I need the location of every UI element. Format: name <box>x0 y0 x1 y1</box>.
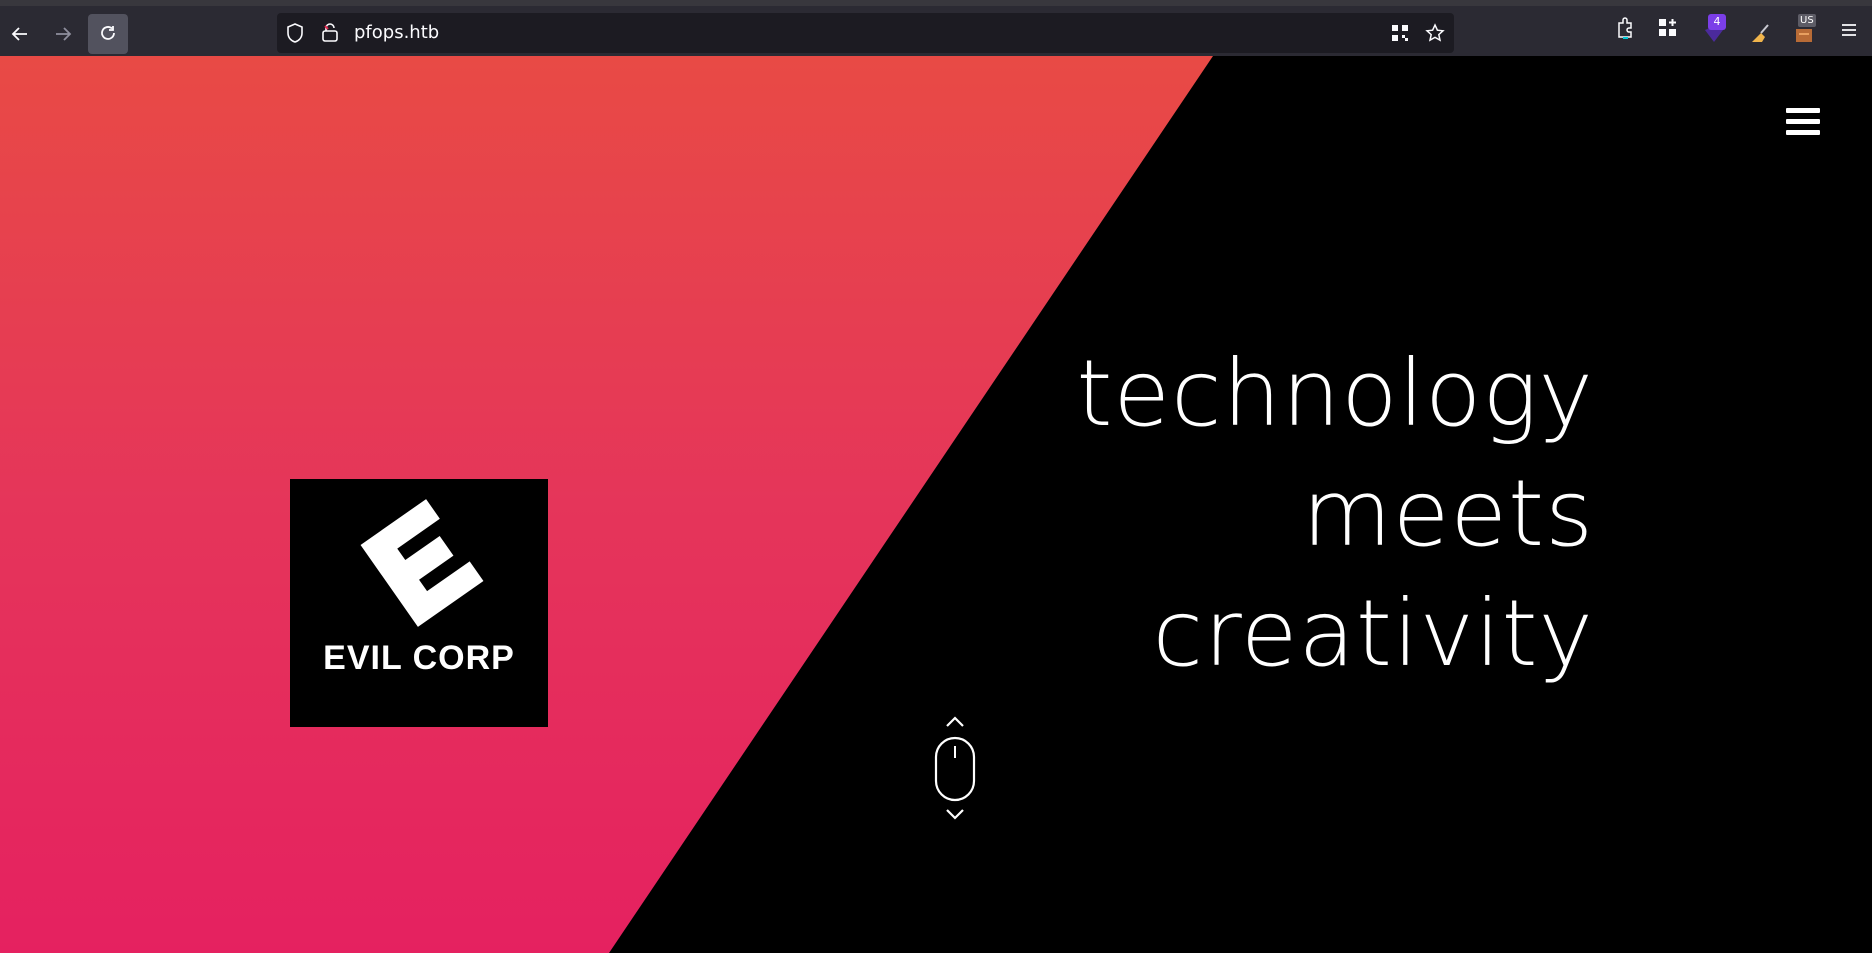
hero-headline: technology meets creativity <box>894 334 1594 694</box>
page-content: EVIL CORP technology meets creativity <box>0 56 1872 953</box>
url-text[interactable]: pfops.htb <box>354 13 439 53</box>
hero-line-3: creativity <box>1152 580 1594 687</box>
forward-button[interactable] <box>43 14 83 54</box>
broom-icon[interactable] <box>1747 20 1773 46</box>
hero-line-2: meets <box>1302 460 1594 567</box>
mouse-scroll-icon <box>934 716 976 820</box>
reload-button[interactable] <box>88 14 128 54</box>
lock-warning-icon[interactable] <box>320 23 340 43</box>
url-bar[interactable]: pfops.htb <box>277 13 1454 53</box>
back-button[interactable] <box>0 14 40 54</box>
hero-line-1: technology <box>1076 340 1594 447</box>
container-icon[interactable] <box>1656 16 1680 40</box>
site-hamburger-icon <box>1786 108 1820 135</box>
scroll-mouse-indicator[interactable] <box>932 710 978 830</box>
shield-icon[interactable] <box>285 23 305 43</box>
browser-toolbar: pfops.htb 4 US <box>0 6 1872 56</box>
reload-icon <box>101 26 115 40</box>
star-icon[interactable] <box>1425 23 1445 43</box>
back-arrow-icon <box>11 27 27 41</box>
extension-badge: 4 <box>1708 14 1726 30</box>
evil-corp-logo: EVIL CORP <box>290 479 548 727</box>
us-extension-label: US <box>1798 14 1816 27</box>
logo-e-icon <box>360 499 484 627</box>
qr-code-icon[interactable] <box>1390 23 1410 43</box>
extensions-icon[interactable] <box>1613 16 1637 40</box>
site-menu-button[interactable] <box>1786 107 1820 141</box>
hamburger-menu-icon[interactable] <box>1837 18 1861 42</box>
forward-arrow-icon <box>56 27 72 41</box>
logo-text: EVIL CORP <box>323 639 515 677</box>
